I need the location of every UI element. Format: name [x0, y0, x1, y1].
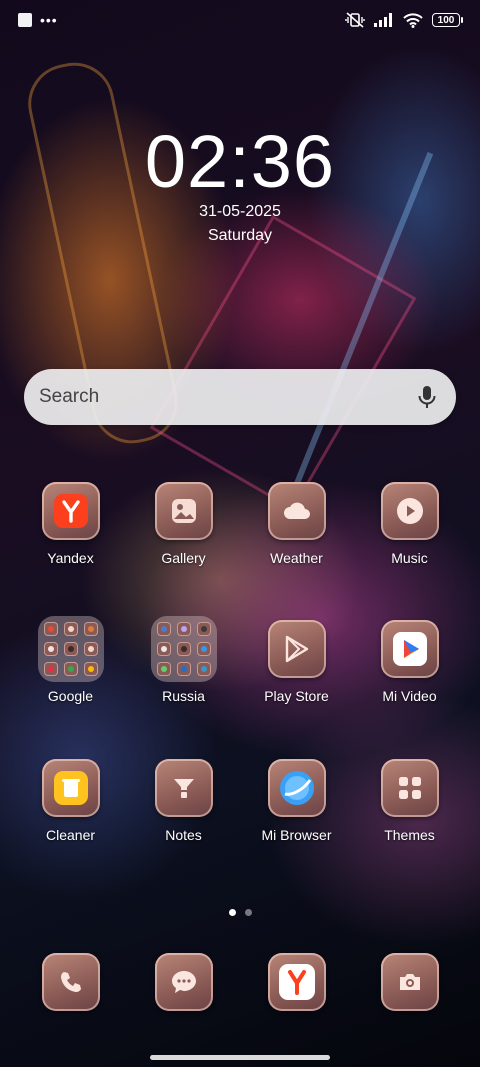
themes-icon [380, 759, 439, 817]
app-themes[interactable]: Themes [353, 759, 466, 843]
camera-icon [380, 953, 439, 1011]
app-label: Weather [270, 550, 323, 566]
status-bar: ••• 100 [0, 0, 480, 42]
dock-phone[interactable] [14, 953, 127, 1011]
gallery-icon [154, 482, 213, 540]
app-label: Themes [384, 827, 435, 843]
browser-icon [267, 759, 326, 817]
app-label: Google [47, 688, 94, 704]
app-label: Russia [162, 688, 205, 704]
wifi-icon [403, 12, 423, 28]
page-dot [244, 909, 252, 916]
folder-google[interactable]: Google [14, 616, 127, 704]
home-gesture-bar[interactable] [150, 1055, 330, 1060]
search-bar[interactable]: Search [24, 369, 456, 425]
app-label: Cleaner [45, 827, 96, 843]
wallpaper-neon-frame [149, 214, 417, 512]
microphone-icon[interactable] [414, 384, 440, 410]
app-yandex[interactable]: Yandex [14, 482, 127, 566]
app-label: Mi Browser [261, 827, 332, 843]
battery-level: 100 [437, 15, 455, 26]
notes-icon [154, 759, 213, 817]
battery-icon: 100 [432, 13, 463, 27]
clock-time[interactable]: 02:36 [0, 122, 480, 202]
page-indicator[interactable] [0, 909, 480, 916]
yandex-icon [41, 482, 100, 540]
messages-icon [154, 953, 213, 1011]
folder-icon [150, 616, 217, 682]
vibrate-silent-icon [345, 12, 365, 28]
yandex-browser-icon [267, 953, 326, 1011]
dock-messages[interactable] [127, 953, 240, 1011]
folder-icon [37, 616, 104, 682]
folder-russia[interactable]: Russia [127, 616, 240, 704]
clock-date: 31-05-2025 [199, 203, 281, 220]
play-circle-icon [380, 482, 439, 540]
mi-video-icon [380, 620, 439, 678]
app-label: Notes [165, 827, 202, 843]
clock-weekday: Saturday [207, 227, 273, 244]
app-mi-video[interactable]: Mi Video [353, 620, 466, 704]
app-cleaner[interactable]: Cleaner [14, 759, 127, 843]
notification-square-icon [18, 13, 32, 27]
dock-camera[interactable] [353, 953, 466, 1011]
dock-yandex-browser[interactable] [240, 953, 353, 1011]
app-label: Yandex [47, 550, 94, 566]
app-play-store[interactable]: Play Store [240, 620, 353, 704]
phone-icon [41, 953, 100, 1011]
trash-icon [41, 759, 100, 817]
app-label: Gallery [161, 550, 206, 566]
search-placeholder: Search [39, 386, 100, 407]
page-dot-active [228, 909, 236, 916]
more-dots-icon: ••• [40, 12, 58, 28]
cloud-icon [267, 482, 326, 540]
app-notes[interactable]: Notes [127, 759, 240, 843]
app-weather[interactable]: Weather [240, 482, 353, 566]
signal-icon [374, 13, 392, 27]
app-label: Music [391, 550, 428, 566]
app-gallery[interactable]: Gallery [127, 482, 240, 566]
play-store-icon [267, 620, 326, 678]
app-music[interactable]: Music [353, 482, 466, 566]
app-label: Play Store [264, 688, 329, 704]
app-mi-browser[interactable]: Mi Browser [240, 759, 353, 843]
app-label: Mi Video [382, 688, 437, 704]
